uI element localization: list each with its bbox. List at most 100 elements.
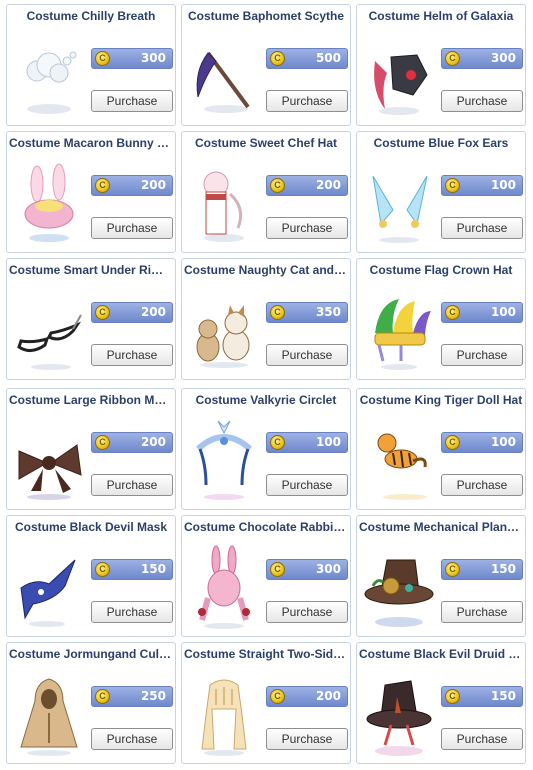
purchase-button[interactable]: Purchase xyxy=(91,601,173,623)
purchase-button[interactable]: Purchase xyxy=(266,344,348,366)
coin-icon: C xyxy=(95,435,110,450)
cat-dog-icon xyxy=(196,305,250,368)
item-card-blue-fox-ears: Costume Blue Fox Ears C 100 Purchase xyxy=(356,131,526,253)
mechanical-hat-icon xyxy=(364,559,434,627)
tiger-doll-icon xyxy=(377,433,427,500)
item-card-flag-crown-hat: Costume Flag Crown Hat C 100 Purchase xyxy=(356,258,526,380)
devil-mask-icon xyxy=(20,559,76,627)
shop-grid: Costume Chilly Breath C 300 Purchase Cos… xyxy=(0,0,533,770)
purchase-button[interactable]: Purchase xyxy=(266,90,348,112)
fox-ears-icon xyxy=(372,175,428,243)
price-bar: C 100 xyxy=(441,432,523,453)
item-price: 300 xyxy=(140,51,166,65)
item-price: 200 xyxy=(315,178,341,192)
item-price: 300 xyxy=(490,51,516,65)
item-title: Costume Baphomet Scythe xyxy=(187,9,345,23)
price-bar: C 200 xyxy=(266,175,348,196)
ribbon-muffler-icon xyxy=(18,444,82,500)
item-card-jormungand-cult: Costume Jormungand Cult ... C 250 Purcha… xyxy=(6,642,176,764)
item-title: Costume Flag Crown Hat xyxy=(369,263,513,277)
item-title: Costume Naughty Cat and D... xyxy=(184,263,350,277)
coin-icon: C xyxy=(95,178,110,193)
purchase-button[interactable]: Purchase xyxy=(441,728,523,750)
item-card-chilly-breath: Costume Chilly Breath C 300 Purchase xyxy=(6,4,176,126)
purchase-button[interactable]: Purchase xyxy=(441,217,523,239)
item-title: Costume Black Devil Mask xyxy=(14,520,168,534)
coin-icon: C xyxy=(270,51,285,66)
coin-icon: C xyxy=(445,305,460,320)
price-bar: C 150 xyxy=(441,559,523,580)
item-price: 200 xyxy=(315,689,341,703)
purchase-button[interactable]: Purchase xyxy=(441,90,523,112)
item-price: 200 xyxy=(140,305,166,319)
item-price: 350 xyxy=(315,305,341,319)
purchase-button[interactable]: Purchase xyxy=(441,474,523,496)
item-price: 200 xyxy=(140,178,166,192)
item-card-smart-under-rim: Costume Smart Under Rim ... C 200 Purcha… xyxy=(6,258,176,380)
item-card-black-devil-mask: Costume Black Devil Mask C 150 Purchase xyxy=(6,515,176,637)
item-price: 100 xyxy=(490,435,516,449)
coin-icon: C xyxy=(445,435,460,450)
coin-icon: C xyxy=(445,562,460,577)
item-price: 100 xyxy=(490,178,516,192)
price-bar: C 150 xyxy=(441,686,523,707)
price-bar: C 300 xyxy=(91,48,173,69)
hair-icon xyxy=(201,679,247,756)
price-bar: C 350 xyxy=(266,302,348,323)
coin-icon: C xyxy=(95,305,110,320)
purchase-button[interactable]: Purchase xyxy=(91,90,173,112)
coin-icon: C xyxy=(95,51,110,66)
scythe-icon xyxy=(196,51,250,113)
coin-icon: C xyxy=(270,435,285,450)
item-price: 300 xyxy=(315,562,341,576)
chilly-breath-icon xyxy=(26,51,77,114)
item-card-macaron-bunny: Costume Macaron Bunny H... C 200 Purchas… xyxy=(6,131,176,253)
purchase-button[interactable]: Purchase xyxy=(266,728,348,750)
price-bar: C 200 xyxy=(266,686,348,707)
purchase-button[interactable]: Purchase xyxy=(91,728,173,750)
circlet-icon xyxy=(195,420,253,500)
item-title: Costume Macaron Bunny H... xyxy=(9,136,175,150)
item-price: 150 xyxy=(490,562,516,576)
purchase-button[interactable]: Purchase xyxy=(91,344,173,366)
purchase-button[interactable]: Purchase xyxy=(91,474,173,496)
item-card-valkyrie-circlet: Costume Valkyrie Circlet C 100 Purchase xyxy=(181,388,351,510)
item-title: Costume Sweet Chef Hat xyxy=(194,136,338,150)
rabbit-icon xyxy=(198,545,250,629)
item-card-large-ribbon-muffler: Costume Large Ribbon Muff... C 200 Purch… xyxy=(6,388,176,510)
item-price: 200 xyxy=(140,435,166,449)
purchase-button[interactable]: Purchase xyxy=(266,601,348,623)
item-price: 100 xyxy=(490,305,516,319)
item-price: 500 xyxy=(315,51,341,65)
coin-icon: C xyxy=(445,689,460,704)
price-bar: C 200 xyxy=(91,432,173,453)
coin-icon: C xyxy=(270,178,285,193)
item-title: Costume Blue Fox Ears xyxy=(373,136,509,150)
item-card-naughty-cat-dog: Costume Naughty Cat and D... C 350 Purch… xyxy=(181,258,351,380)
item-title: Costume Large Ribbon Muff... xyxy=(9,393,175,407)
coin-icon: C xyxy=(270,689,285,704)
cult-robe-icon xyxy=(20,678,78,756)
item-title: Costume Straight Two-Side ... xyxy=(184,647,350,661)
purchase-button[interactable]: Purchase xyxy=(441,601,523,623)
coin-icon: C xyxy=(445,178,460,193)
bunny-hat-icon xyxy=(24,163,74,242)
item-title: Costume Helm of Galaxia xyxy=(368,9,514,23)
druid-hat-icon xyxy=(366,680,432,756)
item-title: Costume Jormungand Cult ... xyxy=(9,647,175,661)
chef-hat-icon xyxy=(203,171,244,242)
purchase-button[interactable]: Purchase xyxy=(266,474,348,496)
item-price: 100 xyxy=(315,435,341,449)
purchase-button[interactable]: Purchase xyxy=(441,344,523,366)
purchase-button[interactable]: Purchase xyxy=(91,217,173,239)
price-bar: C 200 xyxy=(91,302,173,323)
item-card-king-tiger-doll-hat: Costume King Tiger Doll Hat C 100 Purcha… xyxy=(356,388,526,510)
item-card-chocolate-rabbit: Costume Chocolate Rabbit ... C 300 Purch… xyxy=(181,515,351,637)
price-bar: C 300 xyxy=(441,48,523,69)
item-price: 250 xyxy=(140,689,166,703)
coin-icon: C xyxy=(270,562,285,577)
purchase-button[interactable]: Purchase xyxy=(266,217,348,239)
helm-icon xyxy=(374,54,428,115)
item-card-baphomet-scythe: Costume Baphomet Scythe C 500 Purchase xyxy=(181,4,351,126)
glasses-icon xyxy=(17,314,82,370)
